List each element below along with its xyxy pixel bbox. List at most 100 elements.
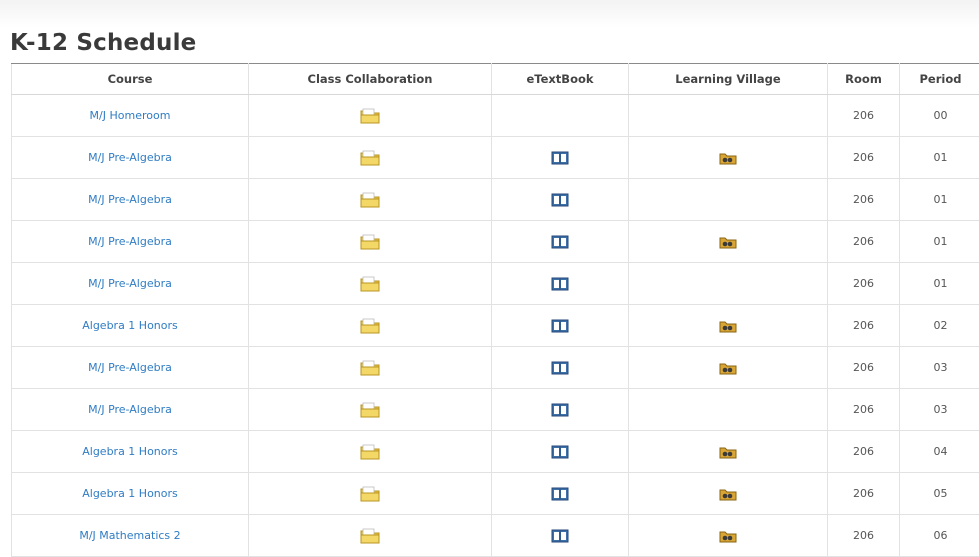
table-row: M/J Pre-Algebra20603: [12, 347, 979, 389]
column-header-learning-village[interactable]: Learning Village: [629, 64, 828, 95]
learning-village-folder-icon[interactable]: [719, 151, 737, 165]
column-header-etextbook[interactable]: eTextBook: [492, 64, 629, 95]
course-link[interactable]: Algebra 1 Honors: [82, 319, 178, 332]
cell-class-collaboration: [249, 431, 492, 473]
cell-room: 206: [828, 95, 900, 137]
folder-icon[interactable]: [360, 234, 380, 250]
cell-learning-village: [629, 473, 828, 515]
course-link[interactable]: M/J Pre-Algebra: [88, 235, 172, 248]
folder-icon[interactable]: [360, 192, 380, 208]
course-link[interactable]: M/J Mathematics 2: [79, 529, 180, 542]
course-link[interactable]: Algebra 1 Honors: [82, 445, 178, 458]
cell-class-collaboration: [249, 305, 492, 347]
cell-learning-village: [629, 515, 828, 557]
table-row: Algebra 1 Honors20602: [12, 305, 979, 347]
cell-period: 05: [900, 473, 979, 515]
cell-course: M/J Pre-Algebra: [12, 137, 249, 179]
folder-icon[interactable]: [360, 150, 380, 166]
column-header-course[interactable]: Course: [12, 64, 249, 95]
cell-learning-village: [629, 389, 828, 431]
book-icon[interactable]: [551, 319, 569, 333]
folder-icon[interactable]: [360, 108, 380, 124]
table-row: M/J Pre-Algebra20601: [12, 137, 979, 179]
table-row: M/J Pre-Algebra 20603: [12, 389, 979, 431]
column-header-room[interactable]: Room: [828, 64, 900, 95]
course-link[interactable]: M/J Homeroom: [90, 109, 171, 122]
cell-period: 00: [900, 95, 979, 137]
book-icon[interactable]: [551, 235, 569, 249]
learning-village-folder-icon[interactable]: [719, 445, 737, 459]
table-header-row: Course Class Collaboration eTextBook Lea…: [12, 64, 979, 95]
cell-etextbook: [492, 95, 629, 137]
cell-room: 206: [828, 431, 900, 473]
cell-period: 04: [900, 431, 979, 473]
book-icon[interactable]: [551, 445, 569, 459]
cell-period: 01: [900, 137, 979, 179]
learning-village-folder-icon[interactable]: [719, 319, 737, 333]
cell-course: M/J Pre-Algebra: [12, 263, 249, 305]
cell-room: 206: [828, 221, 900, 263]
cell-room: 206: [828, 179, 900, 221]
table-row: M/J Pre-Algebra20601: [12, 263, 979, 305]
book-icon[interactable]: [551, 193, 569, 207]
folder-icon[interactable]: [360, 360, 380, 376]
cell-learning-village: [629, 305, 828, 347]
schedule-table: Course Class Collaboration eTextBook Lea…: [11, 63, 979, 557]
cell-class-collaboration: [249, 221, 492, 263]
book-icon[interactable]: [551, 361, 569, 375]
course-link[interactable]: Algebra 1 Honors: [82, 487, 178, 500]
cell-etextbook: [492, 263, 629, 305]
cell-class-collaboration: [249, 347, 492, 389]
folder-icon[interactable]: [360, 318, 380, 334]
course-link[interactable]: M/J Pre-Algebra: [88, 193, 172, 206]
learning-village-folder-icon[interactable]: [719, 235, 737, 249]
cell-etextbook: [492, 305, 629, 347]
cell-learning-village: [629, 221, 828, 263]
course-link[interactable]: M/J Pre-Algebra: [88, 403, 172, 416]
table-row: Algebra 1 Honors 20605: [12, 473, 979, 515]
cell-room: 206: [828, 473, 900, 515]
cell-learning-village: [629, 179, 828, 221]
course-link[interactable]: M/J Pre-Algebra: [88, 151, 172, 164]
cell-class-collaboration: [249, 179, 492, 221]
cell-learning-village: [629, 431, 828, 473]
folder-icon[interactable]: [360, 444, 380, 460]
course-link[interactable]: M/J Pre-Algebra: [88, 277, 172, 290]
table-row: Algebra 1 Honors 20604: [12, 431, 979, 473]
book-icon[interactable]: [551, 151, 569, 165]
cell-course: M/J Homeroom: [12, 95, 249, 137]
column-header-period[interactable]: Period: [900, 64, 979, 95]
cell-room: 206: [828, 389, 900, 431]
folder-icon[interactable]: [360, 276, 380, 292]
top-band: [0, 0, 979, 28]
book-icon[interactable]: [551, 277, 569, 291]
cell-class-collaboration: [249, 263, 492, 305]
cell-class-collaboration: [249, 515, 492, 557]
cell-etextbook: [492, 389, 629, 431]
table-row: M/J Pre-Algebra 20601: [12, 221, 979, 263]
learning-village-folder-icon[interactable]: [719, 487, 737, 501]
cell-course: Algebra 1 Honors: [12, 431, 249, 473]
column-header-class-collaboration[interactable]: Class Collaboration: [249, 64, 492, 95]
book-icon[interactable]: [551, 403, 569, 417]
folder-icon[interactable]: [360, 402, 380, 418]
cell-period: 01: [900, 221, 979, 263]
cell-etextbook: [492, 515, 629, 557]
cell-course: Algebra 1 Honors: [12, 305, 249, 347]
learning-village-folder-icon[interactable]: [719, 361, 737, 375]
cell-etextbook: [492, 347, 629, 389]
cell-learning-village: [629, 263, 828, 305]
cell-etextbook: [492, 179, 629, 221]
table-row: M/J Mathematics 220606: [12, 515, 979, 557]
cell-period: 03: [900, 389, 979, 431]
book-icon[interactable]: [551, 529, 569, 543]
folder-icon[interactable]: [360, 486, 380, 502]
cell-class-collaboration: [249, 389, 492, 431]
book-icon[interactable]: [551, 487, 569, 501]
folder-icon[interactable]: [360, 528, 380, 544]
course-link[interactable]: M/J Pre-Algebra: [88, 361, 172, 374]
cell-learning-village: [629, 95, 828, 137]
cell-course: M/J Pre-Algebra: [12, 221, 249, 263]
cell-course: M/J Pre-Algebra: [12, 389, 249, 431]
learning-village-folder-icon[interactable]: [719, 529, 737, 543]
